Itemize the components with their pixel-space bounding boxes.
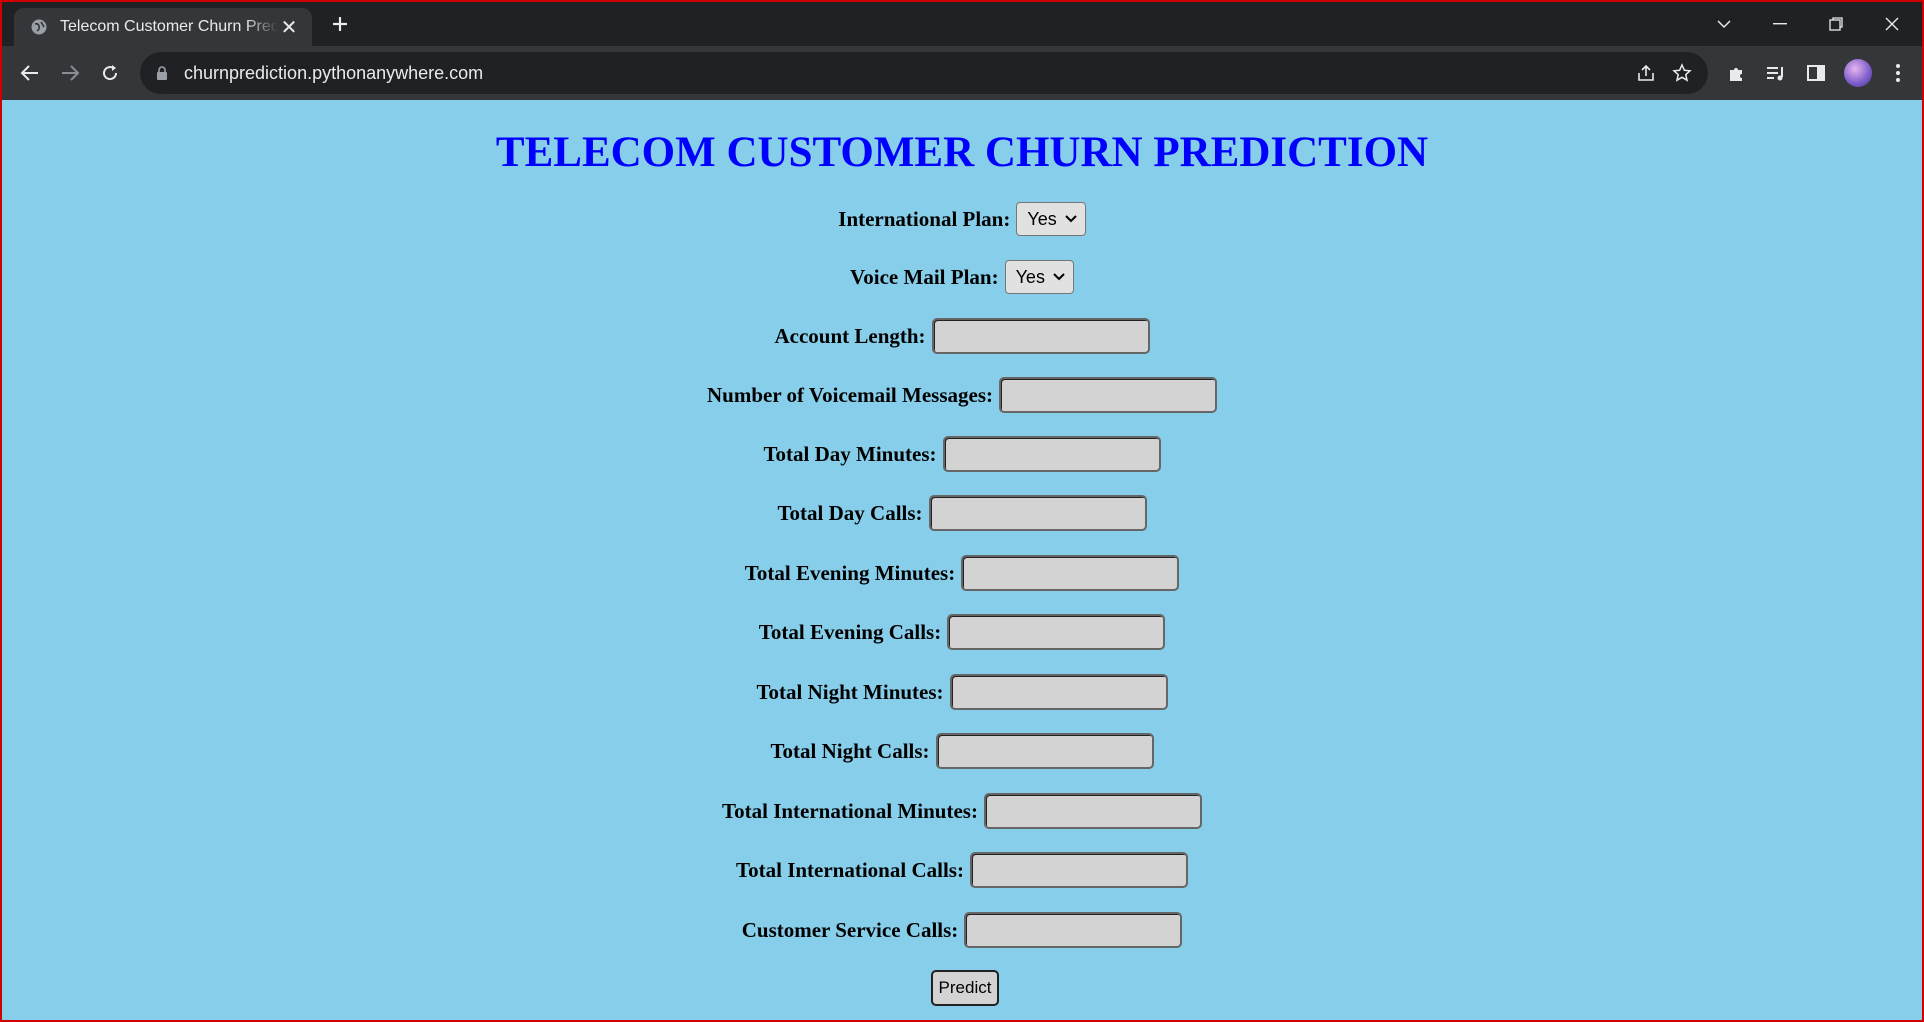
lock-icon (156, 65, 170, 81)
total-night-calls-input[interactable] (935, 733, 1154, 769)
total-evening-minutes-input[interactable] (961, 555, 1180, 591)
customer-service-calls-input[interactable] (964, 912, 1183, 948)
voice-mail-plan-row: Voice Mail Plan: Yes (2, 260, 1922, 294)
total-evening-minutes-label: Total Evening Minutes: (744, 560, 956, 585)
account-length-label: Account Length: (774, 323, 926, 348)
total-evening-calls-row: Total Evening Calls: (2, 614, 1922, 650)
total-international-minutes-label: Total International Minutes: (722, 798, 978, 823)
total-international-calls-row: Total International Calls: (2, 852, 1922, 888)
browser-toolbar: churnprediction.pythonanywhere.com (2, 46, 1922, 100)
international-plan-select[interactable]: Yes (1016, 202, 1086, 236)
chevron-down-icon (1065, 212, 1077, 226)
close-tab-icon[interactable]: ✕ (278, 15, 300, 40)
account-length-input[interactable] (931, 318, 1150, 354)
total-day-calls-input[interactable] (928, 495, 1147, 531)
page-title: TELECOM CUSTOMER CHURN PREDICTION (495, 129, 1429, 176)
account-length-row: Account Length: (2, 318, 1922, 354)
total-night-minutes-input[interactable] (949, 674, 1168, 710)
total-night-calls-label: Total Night Calls: (770, 738, 930, 763)
address-bar[interactable]: churnprediction.pythonanywhere.com (140, 52, 1708, 94)
total-day-minutes-label: Total Day Minutes: (763, 441, 937, 466)
total-night-calls-row: Total Night Calls: (2, 733, 1922, 769)
share-icon[interactable] (1634, 61, 1658, 85)
total-day-calls-label: Total Day Calls: (777, 500, 923, 525)
side-panel-icon[interactable] (1804, 61, 1828, 85)
tab-search-chevron-icon[interactable] (1696, 2, 1752, 46)
international-plan-label: International Plan: (838, 206, 1011, 231)
voicemail-messages-label: Number of Voicemail Messages: (707, 382, 993, 407)
minimize-icon[interactable] (1752, 2, 1808, 46)
voicemail-messages-input[interactable] (999, 377, 1217, 413)
back-icon[interactable] (18, 61, 42, 85)
url-text: churnprediction.pythonanywhere.com (184, 62, 484, 83)
new-tab-icon[interactable] (328, 12, 352, 36)
customer-service-calls-label: Customer Service Calls: (741, 917, 959, 942)
voice-mail-plan-select[interactable]: Yes (1004, 260, 1074, 294)
page-content: TELECOM CUSTOMER CHURN PREDICTION Intern… (2, 100, 1922, 1020)
chevron-down-icon (1053, 270, 1065, 284)
total-night-minutes-row: Total Night Minutes: (2, 674, 1922, 710)
voice-mail-plan-value: Yes (1015, 266, 1045, 287)
total-day-minutes-input[interactable] (942, 436, 1161, 472)
media-queue-icon[interactable] (1764, 61, 1788, 85)
forward-icon[interactable] (58, 61, 82, 85)
total-evening-calls-input[interactable] (947, 614, 1166, 650)
international-plan-value: Yes (1027, 208, 1057, 229)
menu-kebab-icon[interactable] (1886, 61, 1910, 85)
total-international-minutes-input[interactable] (983, 793, 1202, 829)
close-window-icon[interactable] (1864, 2, 1920, 46)
total-day-calls-row: Total Day Calls: (2, 495, 1922, 531)
bookmark-star-icon[interactable] (1670, 61, 1694, 85)
browser-tab[interactable]: Telecom Customer Churn Prediction ✕ (14, 8, 312, 46)
total-night-minutes-label: Total Night Minutes: (756, 679, 944, 704)
voicemail-messages-row: Number of Voicemail Messages: (2, 377, 1922, 413)
restore-icon[interactable] (1808, 2, 1864, 46)
total-day-minutes-row: Total Day Minutes: (2, 436, 1922, 472)
profile-avatar[interactable] (1844, 59, 1872, 87)
total-international-minutes-row: Total International Minutes: (2, 793, 1922, 829)
total-international-calls-input[interactable] (969, 852, 1188, 888)
total-evening-calls-label: Total Evening Calls: (758, 619, 942, 644)
browser-titlebar: Telecom Customer Churn Prediction ✕ (2, 2, 1922, 46)
tab-title: Telecom Customer Churn Prediction (60, 18, 278, 35)
extensions-icon[interactable] (1724, 61, 1748, 85)
total-international-calls-label: Total International Calls: (736, 857, 964, 882)
predict-button[interactable]: Predict (931, 970, 999, 1006)
total-evening-minutes-row: Total Evening Minutes: (2, 555, 1922, 591)
voice-mail-plan-label: Voice Mail Plan: (850, 264, 999, 289)
reload-icon[interactable] (98, 61, 122, 85)
globe-icon (30, 18, 48, 36)
customer-service-calls-row: Customer Service Calls: (2, 912, 1922, 948)
international-plan-row: International Plan: Yes (2, 202, 1922, 236)
